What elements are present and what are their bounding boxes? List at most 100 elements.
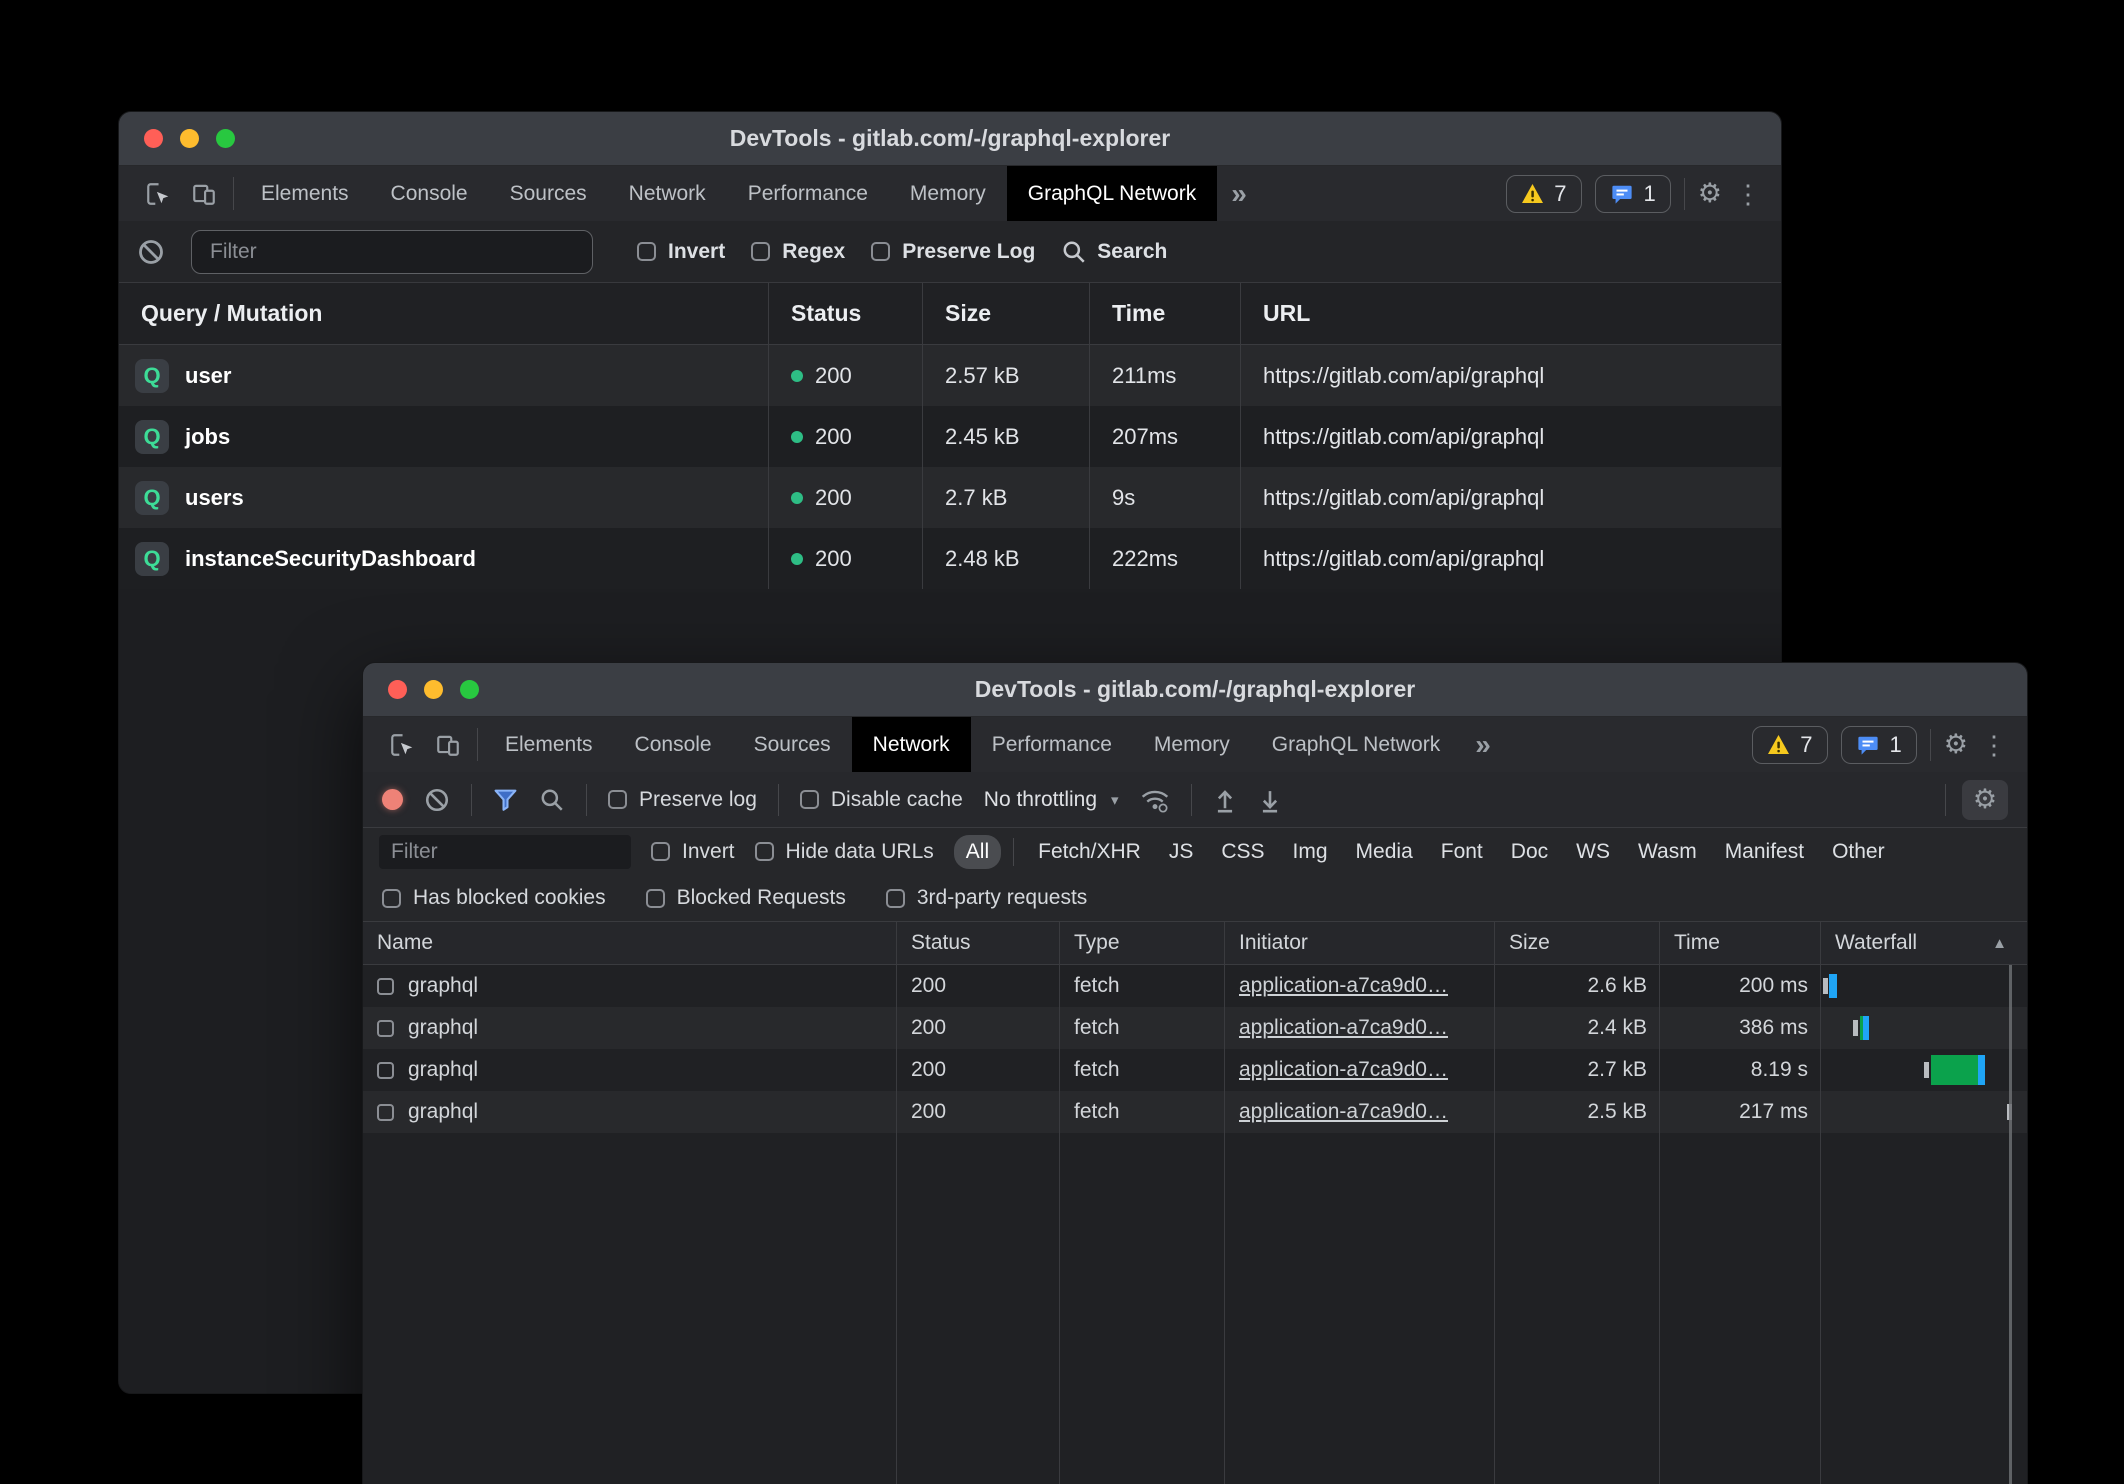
row-checkbox[interactable] <box>377 978 394 995</box>
tab-console[interactable]: Console <box>370 166 489 221</box>
column-header-url[interactable]: URL <box>1241 283 1781 344</box>
initiator-link[interactable]: application-a7ca9d0… <box>1239 1058 1448 1082</box>
search-button[interactable]: Search <box>1061 239 1167 265</box>
tab-graphql-network[interactable]: GraphQL Network <box>1251 717 1461 772</box>
more-tabs-button[interactable]: » <box>1217 166 1261 221</box>
inspect-element-button[interactable] <box>379 725 425 765</box>
column-header-status[interactable]: Status <box>897 922 1060 964</box>
column-header-status[interactable]: Status <box>769 283 923 344</box>
table-row[interactable]: Qjobs 200 2.45 kB 207ms https://gitlab.c… <box>119 406 1781 467</box>
zoom-window-button[interactable] <box>216 129 235 148</box>
issues-badge[interactable]: 1 <box>1841 726 1917 764</box>
filter-chip-all[interactable]: All <box>954 835 1001 869</box>
table-row[interactable]: Qusers 200 2.7 kB 9s https://gitlab.com/… <box>119 467 1781 528</box>
hide-data-urls-checkbox[interactable]: Hide data URLs <box>755 840 934 864</box>
regex-checkbox[interactable]: Regex <box>751 240 845 264</box>
tab-sources[interactable]: Sources <box>489 166 608 221</box>
filter-chip-img[interactable]: Img <box>1281 835 1340 869</box>
record-network-log-button[interactable] <box>382 789 403 810</box>
filter-chip-js[interactable]: JS <box>1157 835 1206 869</box>
filter-chip-media[interactable]: Media <box>1344 835 1425 869</box>
more-options-icon[interactable]: ⋮ <box>1981 732 2007 758</box>
network-settings-button[interactable]: ⚙ <box>1962 780 2008 820</box>
row-checkbox[interactable] <box>377 1062 394 1079</box>
warnings-badge[interactable]: 7 <box>1752 726 1827 764</box>
tab-elements[interactable]: Elements <box>240 166 370 221</box>
column-header-name[interactable]: Name <box>363 922 897 964</box>
table-row[interactable]: graphql 200 fetch application-a7ca9d0… 2… <box>363 1049 2027 1091</box>
time-cell: 217 ms <box>1660 1091 1821 1133</box>
preserve-log-checkbox[interactable]: Preserve log <box>608 788 757 812</box>
has-blocked-cookies-checkbox[interactable]: Has blocked cookies <box>382 886 606 910</box>
scrollbar[interactable] <box>2009 965 2012 1484</box>
column-header-size[interactable]: Size <box>1495 922 1660 964</box>
toggle-device-toolbar-button[interactable] <box>181 174 227 214</box>
minimize-window-button[interactable] <box>424 680 443 699</box>
tab-sources[interactable]: Sources <box>733 717 852 772</box>
network-conditions-icon[interactable] <box>1140 787 1170 813</box>
row-checkbox[interactable] <box>377 1020 394 1037</box>
column-header-initiator[interactable]: Initiator <box>1225 922 1495 964</box>
clear-icon[interactable] <box>424 787 450 813</box>
tab-memory[interactable]: Memory <box>889 166 1007 221</box>
invert-checkbox[interactable]: Invert <box>651 840 735 864</box>
tab-performance[interactable]: Performance <box>971 717 1133 772</box>
column-header-size[interactable]: Size <box>923 283 1090 344</box>
filter-chip-ws[interactable]: WS <box>1564 835 1622 869</box>
filter-chip-manifest[interactable]: Manifest <box>1713 835 1816 869</box>
filter-chip-other[interactable]: Other <box>1820 835 1897 869</box>
filter-funnel-icon[interactable] <box>493 788 518 812</box>
initiator-link[interactable]: application-a7ca9d0… <box>1239 1016 1448 1040</box>
tab-network[interactable]: Network <box>608 166 727 221</box>
column-header-waterfall[interactable]: Waterfall ▲ <box>1821 922 2027 964</box>
tab-elements[interactable]: Elements <box>484 717 614 772</box>
more-options-icon[interactable]: ⋮ <box>1735 181 1761 207</box>
inspect-element-button[interactable] <box>135 174 181 214</box>
settings-gear-icon[interactable]: ⚙ <box>1944 731 1968 758</box>
initiator-link[interactable]: application-a7ca9d0… <box>1239 1100 1448 1124</box>
filter-chip-wasm[interactable]: Wasm <box>1626 835 1709 869</box>
table-row[interactable]: graphql 200 fetch application-a7ca9d0… 2… <box>363 1007 2027 1049</box>
column-header-type[interactable]: Type <box>1060 922 1225 964</box>
toggle-device-toolbar-button[interactable] <box>425 725 471 765</box>
close-window-button[interactable] <box>388 680 407 699</box>
issues-badge[interactable]: 1 <box>1595 175 1671 213</box>
import-har-icon[interactable] <box>1213 787 1237 813</box>
tab-network[interactable]: Network <box>852 717 971 772</box>
tab-graphql-network[interactable]: GraphQL Network <box>1007 166 1217 221</box>
table-row[interactable]: graphql 200 fetch application-a7ca9d0… 2… <box>363 1091 2027 1133</box>
search-icon[interactable] <box>539 787 565 813</box>
column-header-time[interactable]: Time <box>1660 922 1821 964</box>
more-tabs-button[interactable]: » <box>1461 717 1505 772</box>
graphql-filter-input[interactable] <box>191 230 593 274</box>
table-row[interactable]: QinstanceSecurityDashboard 200 2.48 kB 2… <box>119 528 1781 589</box>
clear-icon[interactable] <box>137 238 165 266</box>
tab-console[interactable]: Console <box>614 717 733 772</box>
table-row[interactable]: graphql 200 fetch application-a7ca9d0… 2… <box>363 965 2027 1007</box>
throttling-select[interactable]: No throttling ▾ <box>984 788 1119 812</box>
network-filter-input[interactable] <box>379 835 631 869</box>
settings-gear-icon[interactable]: ⚙ <box>1698 180 1722 207</box>
table-row[interactable]: Quser 200 2.57 kB 211ms https://gitlab.c… <box>119 345 1781 406</box>
disable-cache-checkbox[interactable]: Disable cache <box>800 788 963 812</box>
initiator-link[interactable]: application-a7ca9d0… <box>1239 974 1448 998</box>
tab-performance[interactable]: Performance <box>727 166 889 221</box>
zoom-window-button[interactable] <box>460 680 479 699</box>
minimize-window-button[interactable] <box>180 129 199 148</box>
filter-chip-css[interactable]: CSS <box>1209 835 1276 869</box>
export-har-icon[interactable] <box>1258 787 1282 813</box>
blocked-requests-checkbox[interactable]: Blocked Requests <box>646 886 846 910</box>
column-header-time[interactable]: Time <box>1090 283 1241 344</box>
third-party-requests-checkbox[interactable]: 3rd-party requests <box>886 886 1087 910</box>
filter-chip-font[interactable]: Font <box>1429 835 1495 869</box>
preserve-log-checkbox[interactable]: Preserve Log <box>871 240 1035 264</box>
close-window-button[interactable] <box>144 129 163 148</box>
warnings-badge[interactable]: 7 <box>1506 175 1581 213</box>
filter-chip-fetch-xhr[interactable]: Fetch/XHR <box>1026 835 1153 869</box>
column-header-query-mutation[interactable]: Query / Mutation <box>119 283 769 344</box>
row-checkbox[interactable] <box>377 1104 394 1121</box>
tab-memory[interactable]: Memory <box>1133 717 1251 772</box>
filter-chip-doc[interactable]: Doc <box>1499 835 1560 869</box>
invert-checkbox[interactable]: Invert <box>637 240 725 264</box>
gear-icon: ⚙ <box>1973 786 1997 813</box>
